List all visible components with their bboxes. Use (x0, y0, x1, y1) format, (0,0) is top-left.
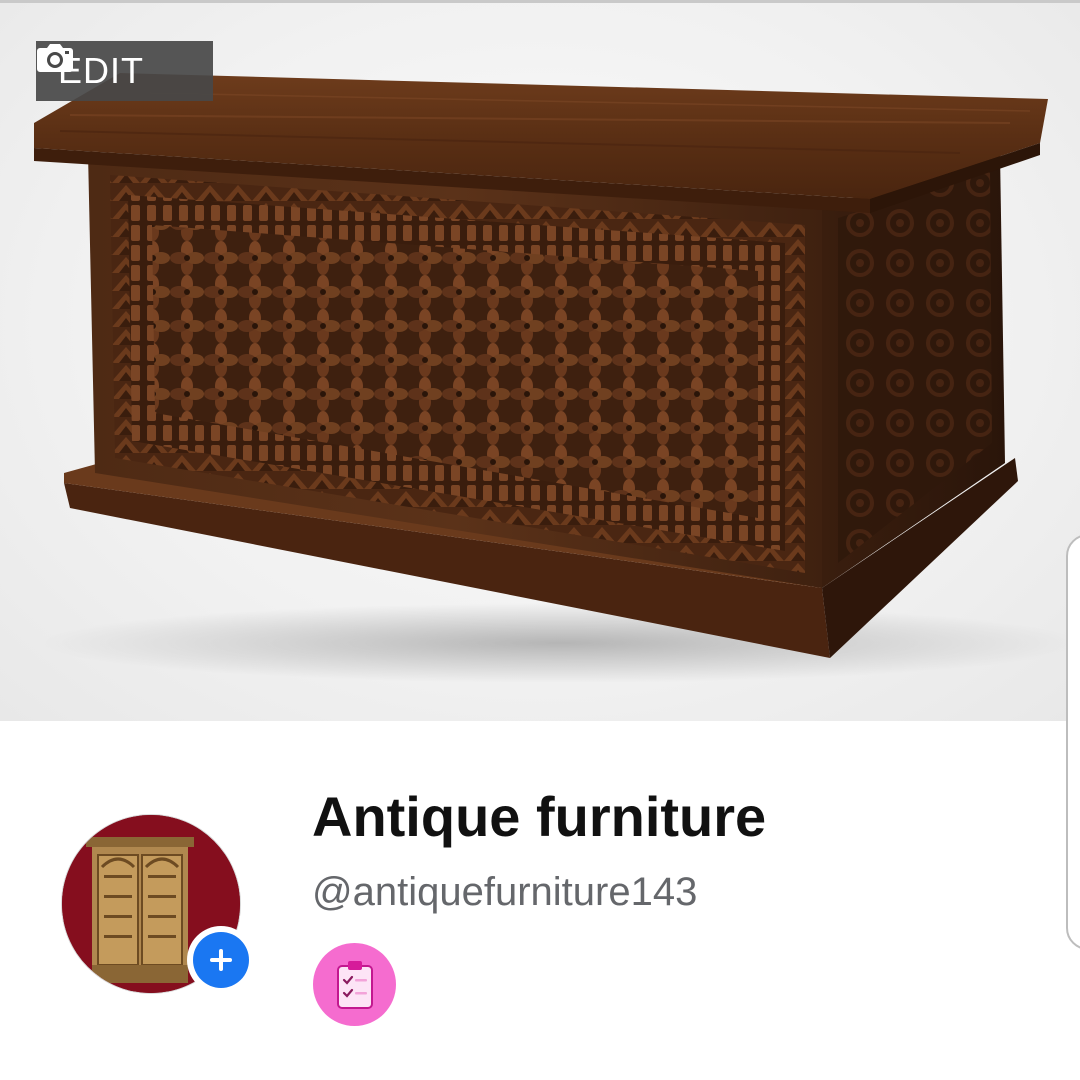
cover-photo[interactable]: EDIT (0, 3, 1080, 721)
add-button-circle (193, 932, 249, 988)
carved-chest-image (34, 73, 1080, 683)
clipboard-checklist-icon (336, 960, 373, 1009)
page-header: EDIT Antique furniture @antiquefurniture… (0, 0, 1080, 1080)
edit-cover-button[interactable]: EDIT (36, 41, 213, 101)
edge-panel-handle[interactable] (1066, 534, 1080, 950)
page-handle: @antiquefurniture143 (312, 870, 698, 914)
add-profile-photo-button[interactable] (187, 926, 255, 994)
category-badge[interactable] (313, 943, 396, 1026)
plus-icon (210, 949, 232, 971)
camera-icon (37, 44, 73, 72)
page-name: Antique furniture (312, 785, 767, 848)
